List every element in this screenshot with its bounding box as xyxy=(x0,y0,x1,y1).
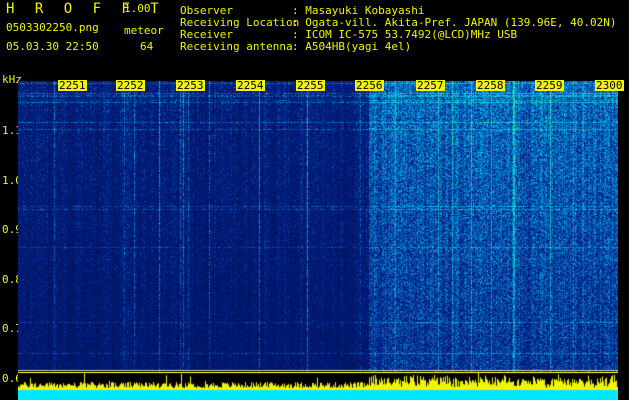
timestamp-label: 05.03.30 22:50 xyxy=(6,40,99,53)
time-mark: 2252 xyxy=(116,79,145,92)
meteor-label: meteor xyxy=(124,24,164,37)
time-mark: 2258 xyxy=(476,79,505,92)
info-value-antenna: : A504HB(yagi 4el) xyxy=(292,40,412,53)
info-key-antenna: Receiving antenna xyxy=(180,40,293,53)
time-mark: 2300 xyxy=(595,79,624,92)
time-mark: 2259 xyxy=(535,79,564,92)
time-mark: 2254 xyxy=(236,79,265,92)
meteor-count: 64 xyxy=(140,40,154,53)
time-mark: 2253 xyxy=(176,79,205,92)
time-mark: 2255 xyxy=(296,79,325,92)
hroft-window: H R O F F T 1.00 0503302250.png 05.03.30… xyxy=(0,0,629,400)
time-mark: 2256 xyxy=(355,79,384,92)
time-mark: 2251 xyxy=(58,79,87,92)
filename-label: 0503302250.png xyxy=(6,21,99,34)
signal-level-strip xyxy=(18,372,618,400)
time-mark: 2257 xyxy=(416,79,445,92)
version-label: 1.00 xyxy=(124,2,151,15)
spectrogram xyxy=(18,81,618,372)
